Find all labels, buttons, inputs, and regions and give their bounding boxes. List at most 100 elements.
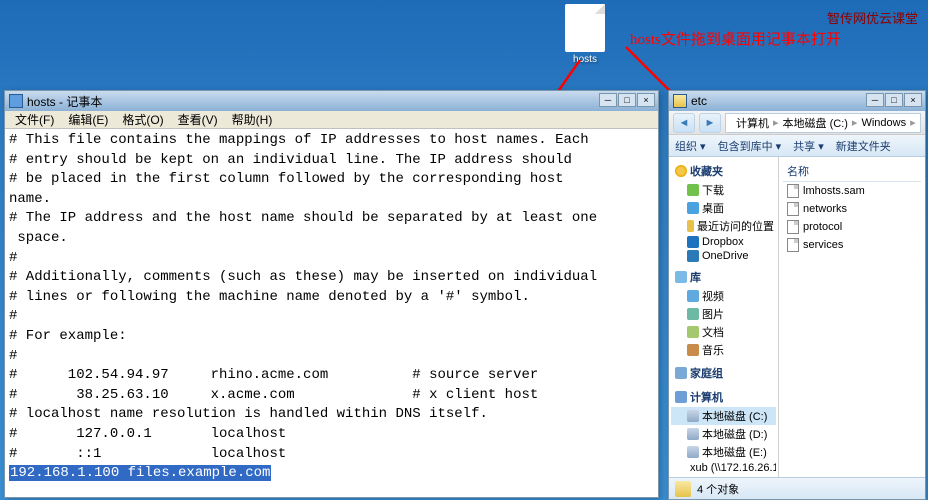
file-list: 名称 lmhosts.sam networks protocol services	[779, 157, 925, 477]
tree-item[interactable]: 下载	[671, 181, 776, 199]
explorer-window: etc ─ □ × ◄ ► 计算机▸本地磁盘 (C:)▸Windows▸Syst…	[668, 90, 926, 500]
file-icon	[787, 202, 799, 216]
tree-item-icon	[687, 202, 699, 214]
include-menu[interactable]: 包含到库中 ▾	[718, 138, 782, 154]
file-name: protocol	[803, 221, 842, 233]
tree-item-label: 本地磁盘 (E:)	[702, 444, 767, 460]
breadcrumb[interactable]: 计算机▸本地磁盘 (C:)▸Windows▸System32▸dr	[725, 113, 921, 133]
tree-item-label: 本地磁盘 (C:)	[702, 408, 767, 424]
tree-item[interactable]: 桌面	[671, 199, 776, 217]
file-icon	[787, 220, 799, 234]
file-icon	[787, 238, 799, 252]
tree-group[interactable]: 库	[671, 267, 776, 287]
notepad-titlebar[interactable]: hosts - 记事本 ─ □ ×	[5, 91, 658, 111]
breadcrumb-item[interactable]: 计算机	[736, 115, 769, 131]
tree-item-label: Dropbox	[702, 236, 744, 248]
close-button[interactable]: ×	[904, 93, 922, 107]
group-icon	[675, 367, 687, 379]
maximize-button[interactable]: □	[885, 93, 903, 107]
editor-line: #	[9, 249, 654, 269]
tree-item[interactable]: 本地磁盘 (C:)	[671, 407, 776, 425]
tree-group[interactable]: 收藏夹	[671, 161, 776, 181]
tree-item[interactable]: 图片	[671, 305, 776, 323]
tree-item-icon	[687, 290, 699, 302]
breadcrumb-item[interactable]: System32	[920, 117, 921, 129]
menu-help[interactable]: 帮助(H)	[226, 109, 279, 130]
close-button[interactable]: ×	[637, 93, 655, 107]
tree-item-icon	[687, 220, 694, 232]
tree-item-label: OneDrive	[702, 250, 748, 262]
nav-back-button[interactable]: ◄	[673, 113, 695, 133]
tree-item[interactable]: OneDrive	[671, 249, 776, 263]
tree-item-label: xub (\\172.16.26.1	[690, 462, 776, 474]
editor-line: # 102.54.94.97 rhino.acme.com # source s…	[9, 366, 654, 386]
editor-line: #	[9, 347, 654, 367]
file-name: services	[803, 239, 843, 251]
file-icon	[787, 184, 799, 198]
editor-line: # For example:	[9, 327, 654, 347]
file-icon-label: hosts	[560, 54, 610, 65]
tree-item[interactable]: 文档	[671, 323, 776, 341]
explorer-navbar: ◄ ► 计算机▸本地磁盘 (C:)▸Windows▸System32▸dr	[669, 111, 925, 135]
explorer-toolbar: 组织 ▾ 包含到库中 ▾ 共享 ▾ 新建文件夹	[669, 135, 925, 157]
tree-item[interactable]: Dropbox	[671, 235, 776, 249]
maximize-button[interactable]: □	[618, 93, 636, 107]
notepad-menubar: 文件(F) 编辑(E) 格式(O) 查看(V) 帮助(H)	[5, 111, 658, 129]
minimize-button[interactable]: ─	[866, 93, 884, 107]
tree-item[interactable]: 最近访问的位置	[671, 217, 776, 235]
folder-icon	[675, 481, 691, 497]
tree-item[interactable]: 本地磁盘 (D:)	[671, 425, 776, 443]
minimize-button[interactable]: ─	[599, 93, 617, 107]
file-item[interactable]: protocol	[783, 218, 921, 236]
file-item[interactable]: networks	[783, 200, 921, 218]
notepad-editor[interactable]: # This file contains the mappings of IP …	[5, 129, 658, 497]
menu-view[interactable]: 查看(V)	[172, 109, 224, 130]
file-item[interactable]: lmhosts.sam	[783, 182, 921, 200]
editor-selection: 192.168.1.100 files.example.com	[9, 465, 271, 481]
editor-line: # 127.0.0.1 localhost	[9, 425, 654, 445]
tree-item-icon	[687, 344, 699, 356]
breadcrumb-item[interactable]: Windows	[861, 117, 906, 129]
tree-group[interactable]: 计算机	[671, 387, 776, 407]
organize-menu[interactable]: 组织 ▾	[675, 138, 706, 154]
file-name: lmhosts.sam	[803, 185, 865, 197]
tree-item-icon	[687, 236, 699, 248]
editor-line: #	[9, 307, 654, 327]
tree-item-label: 桌面	[702, 200, 724, 216]
notepad-icon	[9, 94, 23, 108]
tree-item[interactable]: xub (\\172.16.26.1	[671, 461, 776, 475]
tree-item-label: 下载	[702, 182, 724, 198]
tree-item-icon	[687, 446, 699, 458]
tree-group[interactable]: 家庭组	[671, 363, 776, 383]
tree-item[interactable]: 音乐	[671, 341, 776, 359]
menu-format[interactable]: 格式(O)	[116, 109, 169, 130]
tree-item[interactable]: 视频	[671, 287, 776, 305]
explorer-titlebar[interactable]: etc ─ □ ×	[669, 91, 925, 111]
explorer-title: etc	[691, 94, 707, 108]
folder-icon	[673, 94, 687, 108]
breadcrumb-item[interactable]: 本地磁盘 (C:)	[783, 115, 848, 131]
watermark-text: 智传网优云课堂	[827, 8, 918, 27]
annotation-drag-hosts: hosts文件拖到桌面用记事本打开	[630, 28, 841, 49]
editor-line: # ::1 localhost	[9, 445, 654, 465]
file-item[interactable]: services	[783, 236, 921, 254]
file-icon	[565, 4, 605, 52]
editor-line: # The IP address and the host name shoul…	[9, 209, 654, 229]
tree-item-icon	[687, 250, 699, 262]
editor-line: # Additionally, comments (such as these)…	[9, 268, 654, 288]
tree-item[interactable]: 本地磁盘 (E:)	[671, 443, 776, 461]
group-icon	[675, 165, 687, 177]
menu-file[interactable]: 文件(F)	[9, 109, 60, 130]
nav-forward-button[interactable]: ►	[699, 113, 721, 133]
editor-line: # localhost name resolution is handled w…	[9, 405, 654, 425]
menu-edit[interactable]: 编辑(E)	[62, 109, 114, 130]
notepad-title: hosts - 记事本	[27, 93, 102, 110]
column-header-name[interactable]: 名称	[783, 161, 921, 182]
share-menu[interactable]: 共享 ▾	[793, 138, 824, 154]
tree-item-label: 最近访问的位置	[697, 218, 774, 234]
tree-item-icon	[687, 308, 699, 320]
tree-item-label: 文档	[702, 324, 724, 340]
explorer-statusbar: 4 个对象	[669, 477, 925, 499]
desktop-file-icon[interactable]: hosts	[560, 4, 610, 65]
newfolder-button[interactable]: 新建文件夹	[836, 138, 891, 154]
